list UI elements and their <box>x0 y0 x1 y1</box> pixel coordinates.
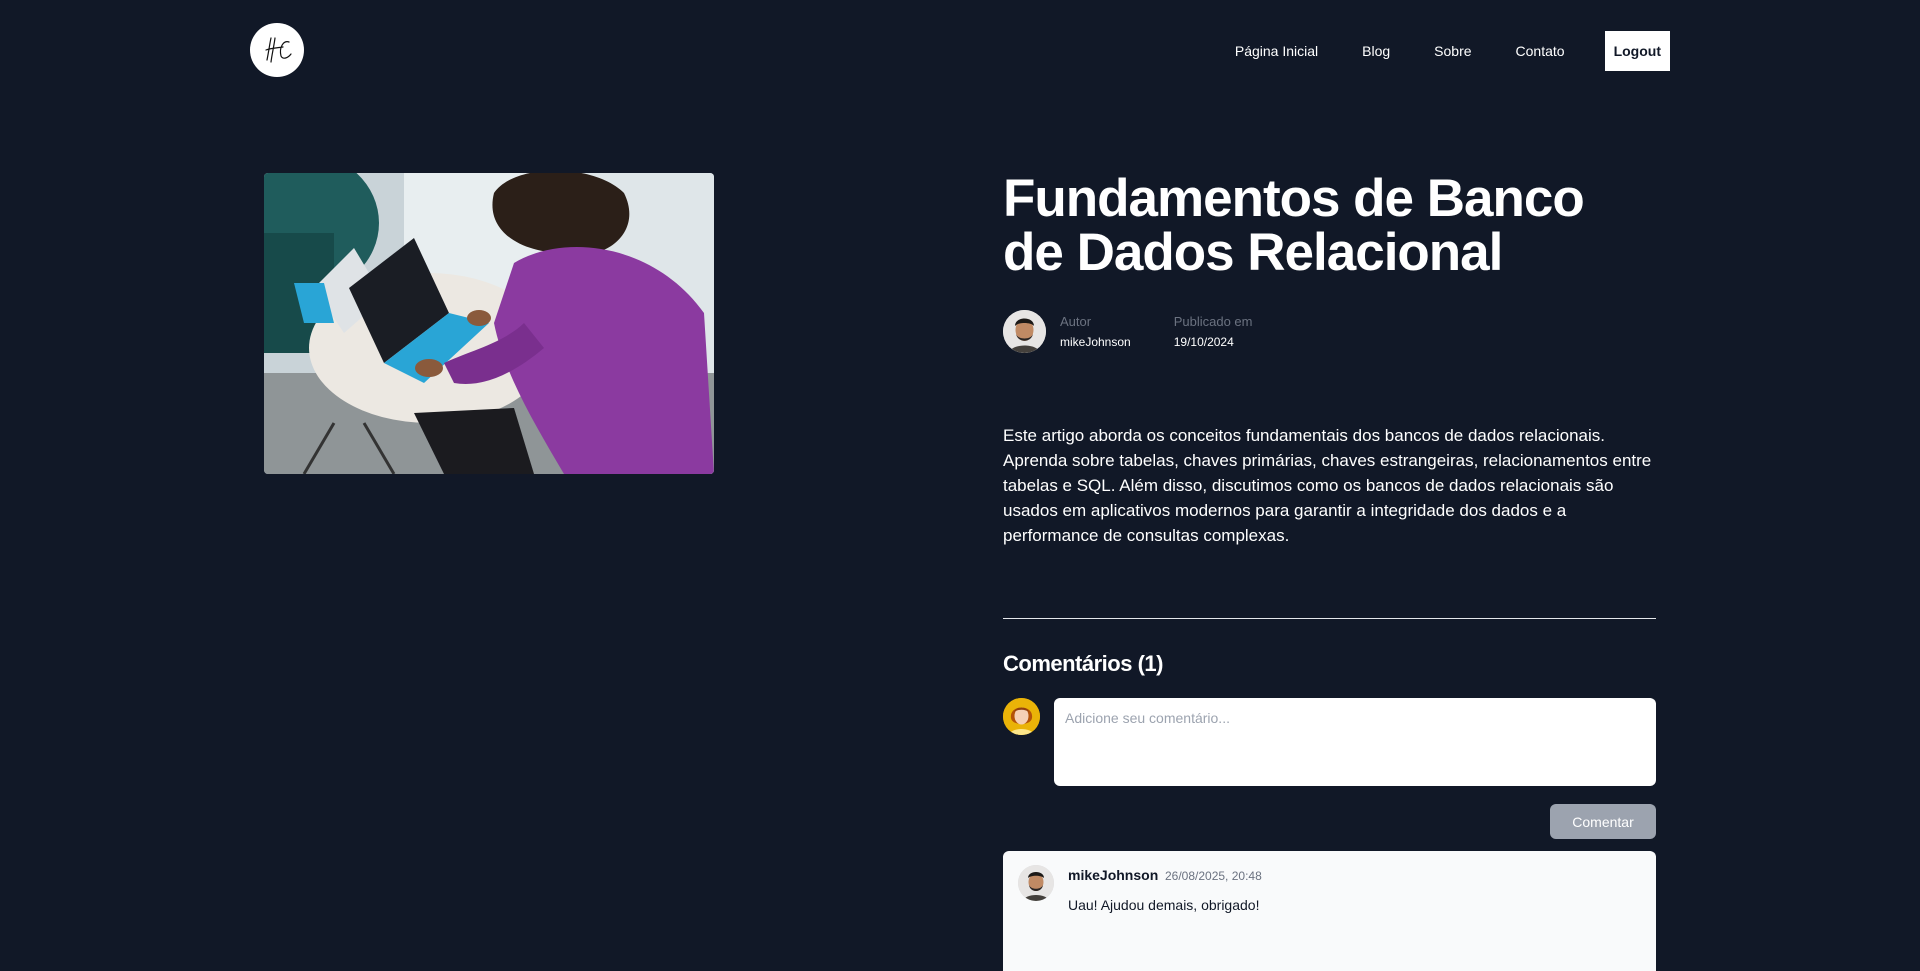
article-column: Fundamentos de Banco de Dados Relacional… <box>1003 172 1656 971</box>
article-title: Fundamentos de Banco de Dados Relacional <box>1003 169 1585 282</box>
author-info: Autor mikeJohnson <box>1060 313 1131 351</box>
comment-author: mikeJohnson <box>1068 867 1159 883</box>
comment-text: Uau! Ajudou demais, obrigado! <box>1068 897 1260 913</box>
article-meta: Autor mikeJohnson Publicado em 19/10/202… <box>1003 310 1656 353</box>
published-info: Publicado em 19/10/2024 <box>1174 313 1253 351</box>
logout-button[interactable]: Logout <box>1604 31 1670 71</box>
comment-input[interactable] <box>1054 698 1656 786</box>
author-label: Autor <box>1060 313 1092 329</box>
comment-author-avatar <box>1018 865 1054 901</box>
man-avatar-icon <box>1003 310 1046 353</box>
woman-avatar-icon <box>1003 698 1040 735</box>
author-name[interactable]: mikeJohnson <box>1060 333 1131 351</box>
article-description: Este artigo aborda os conceitos fundamen… <box>1003 426 1652 545</box>
site-header: Página Inicial Blog Sobre Contato Logout <box>0 0 1920 100</box>
published-label: Publicado em <box>1173 313 1253 329</box>
comment-form: Comentar <box>1003 698 1656 840</box>
section-divider <box>1003 618 1656 619</box>
site-logo[interactable] <box>250 23 304 77</box>
submit-comment-button[interactable]: Comentar <box>1550 804 1656 839</box>
nav-about[interactable]: Sobre <box>1434 43 1471 59</box>
comment-item: mikeJohnson 26/08/2025, 20:48 Uau! Ajudo… <box>1003 851 1656 971</box>
published-date: 19/10/2024 <box>1173 334 1234 349</box>
article-cover-image <box>264 173 714 474</box>
nav-contact[interactable]: Contato <box>1516 43 1565 59</box>
nav-home[interactable]: Página Inicial <box>1235 43 1318 59</box>
comment-date: 26/08/2025, 20:48 <box>1165 869 1262 883</box>
main-nav: Página Inicial Blog Sobre Contato Logout <box>1235 31 1670 71</box>
man-avatar-icon <box>1018 865 1054 901</box>
person-typing-laptop-photo <box>264 173 714 474</box>
nav-blog[interactable]: Blog <box>1362 43 1390 59</box>
current-user-avatar <box>1003 698 1040 735</box>
hc-signature-logo-icon <box>265 37 292 63</box>
author-avatar[interactable] <box>1003 310 1046 353</box>
comments-heading: Comentários (1) <box>1003 651 1163 676</box>
